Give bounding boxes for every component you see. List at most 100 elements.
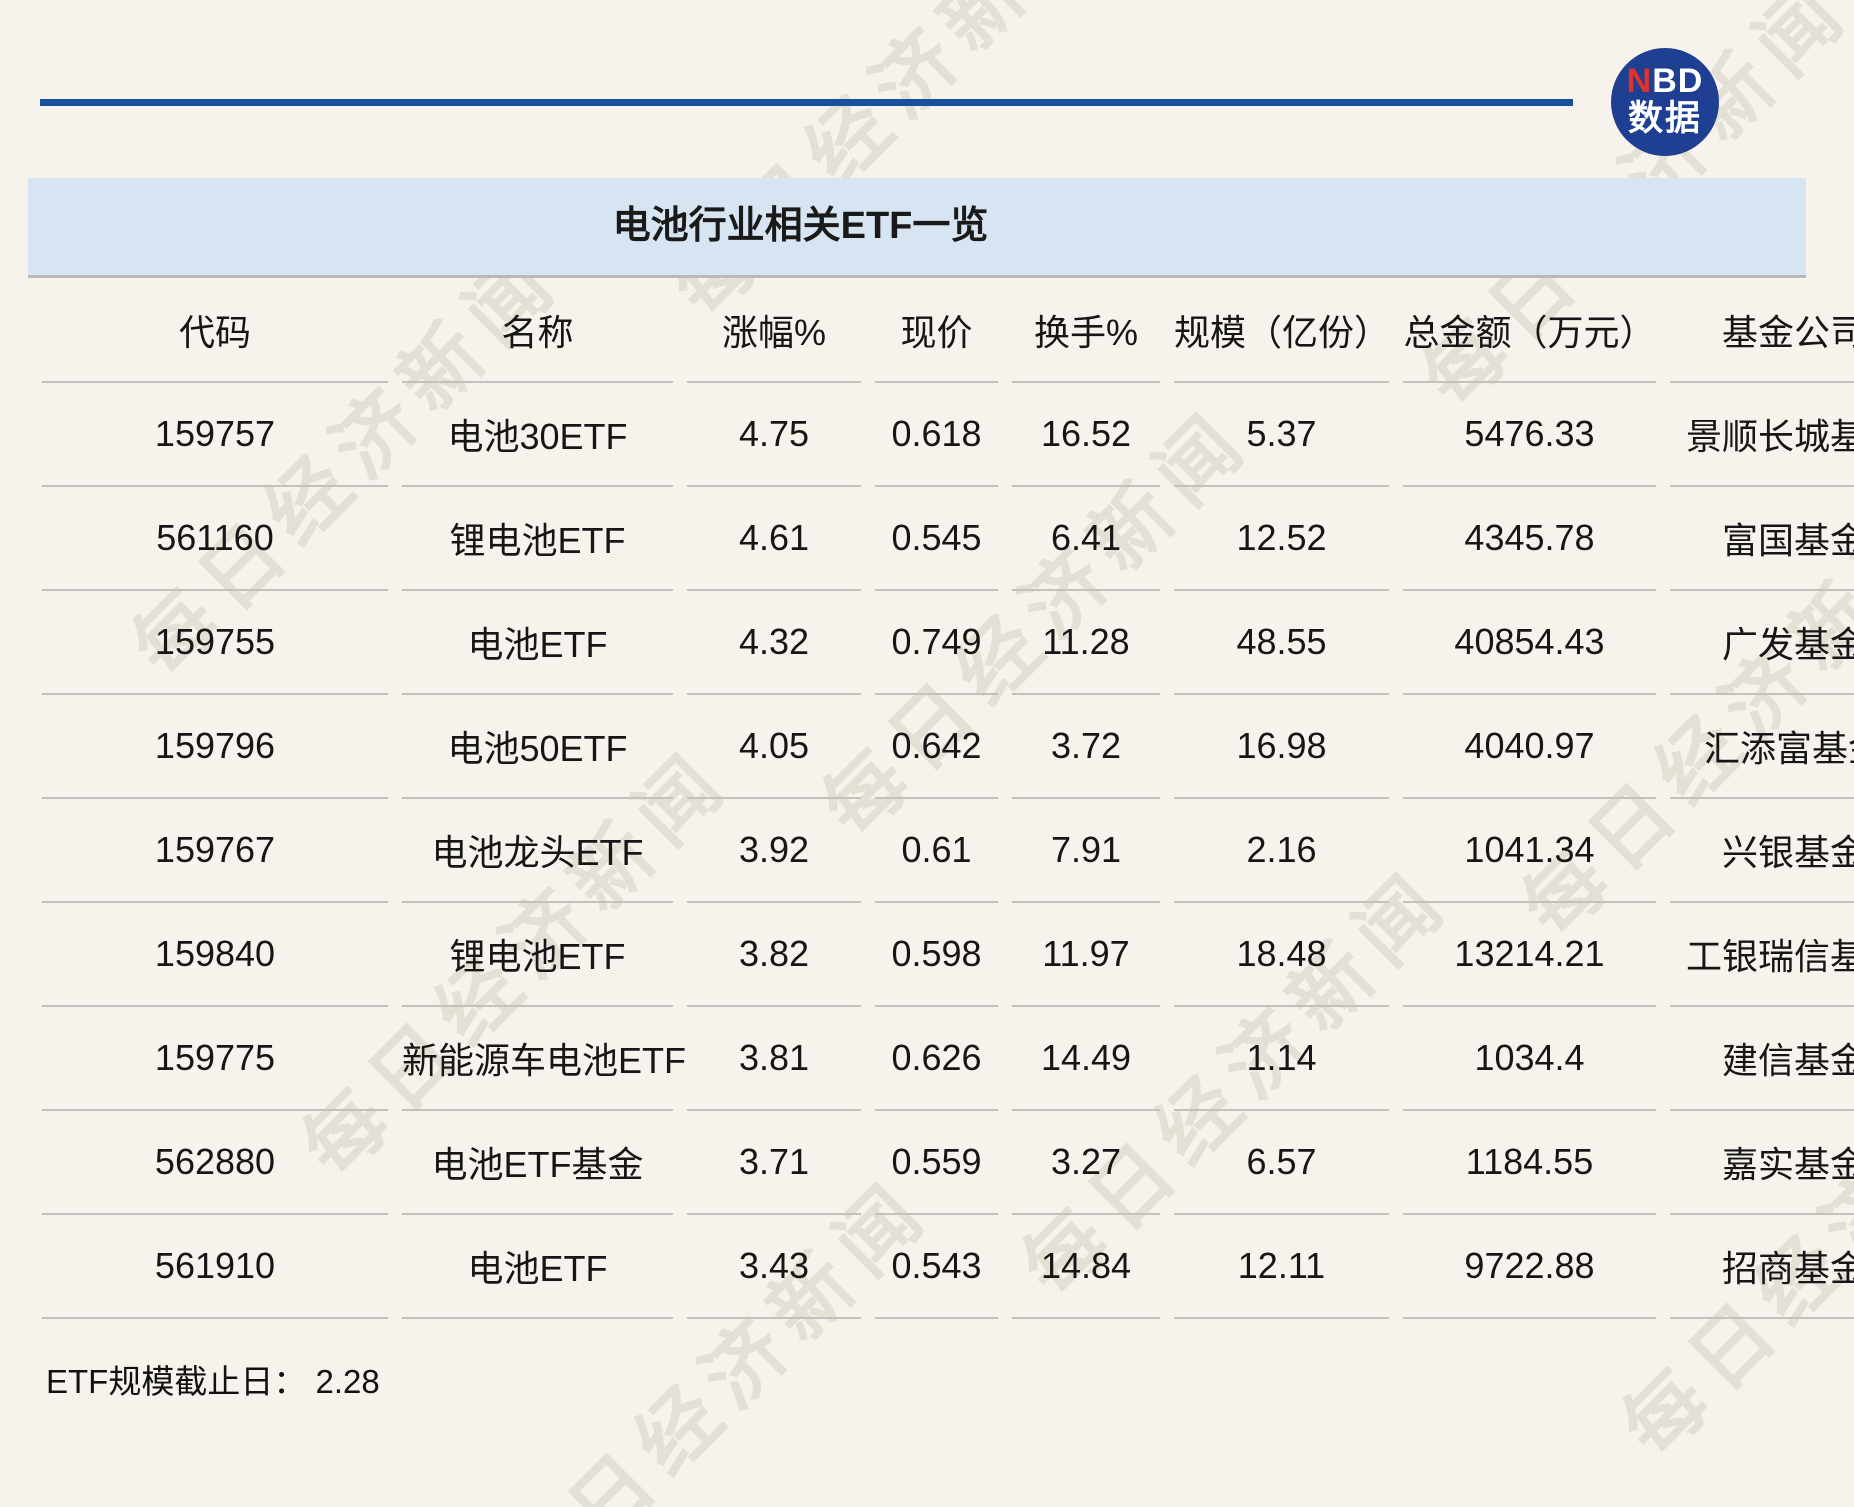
nbd-data-logo: NBD 数据	[1611, 48, 1719, 156]
table-row: 159755 电池ETF 4.32 0.749 11.28 48.55 4085…	[42, 591, 1854, 695]
cell-change-pct: 4.75	[687, 383, 861, 487]
column-header-fund-company: 基金公司	[1670, 278, 1854, 383]
cell-name: 电池30ETF	[402, 383, 673, 487]
table-row: 159757 电池30ETF 4.75 0.618 16.52 5.37 547…	[42, 383, 1854, 487]
table-row: 159767 电池龙头ETF 3.92 0.61 7.91 2.16 1041.…	[42, 799, 1854, 903]
title-wrap: 电池行业相关ETF一览	[28, 178, 1573, 275]
cell-change-pct: 3.92	[687, 799, 861, 903]
cell-total-amount: 4040.97	[1403, 695, 1656, 799]
cell-change-pct: 3.82	[687, 903, 861, 1007]
column-header-scale: 规模（亿份）	[1174, 278, 1389, 383]
cell-turnover-pct: 3.72	[1012, 695, 1160, 799]
nbd-logo-subtitle: 数据	[1611, 99, 1719, 139]
cell-code: 159796	[42, 695, 388, 799]
table-row: 562880 电池ETF基金 3.71 0.559 3.27 6.57 1184…	[42, 1111, 1854, 1215]
cell-scale: 6.57	[1174, 1111, 1389, 1215]
cell-fund-company: 嘉实基金	[1670, 1111, 1854, 1215]
cell-price: 0.559	[875, 1111, 998, 1215]
title-band: 电池行业相关ETF一览	[28, 178, 1806, 278]
cell-price: 0.618	[875, 383, 998, 487]
cell-total-amount: 4345.78	[1403, 487, 1656, 591]
cell-fund-company: 广发基金	[1670, 591, 1854, 695]
cell-change-pct: 4.61	[687, 487, 861, 591]
cell-turnover-pct: 16.52	[1012, 383, 1160, 487]
cell-price: 0.61	[875, 799, 998, 903]
cell-code: 159767	[42, 799, 388, 903]
cell-change-pct: 4.32	[687, 591, 861, 695]
cell-turnover-pct: 14.84	[1012, 1215, 1160, 1319]
header-divider-rule	[40, 99, 1573, 106]
column-header-price: 现价	[875, 278, 998, 383]
infographic-page: 每日经济新闻 每日经济新闻 每日经济新闻 每日经济新闻 每日经济新闻 每日经济新…	[0, 0, 1854, 1507]
cell-code: 562880	[42, 1111, 388, 1215]
column-header-change-pct: 涨幅%	[687, 278, 861, 383]
footnote-etf-cutoff-date: ETF规模截止日： 2.28	[46, 1355, 1854, 1403]
cell-fund-company: 景顺长城基金	[1670, 383, 1854, 487]
cell-fund-company: 兴银基金	[1670, 799, 1854, 903]
cell-total-amount: 1041.34	[1403, 799, 1656, 903]
cell-fund-company: 建信基金	[1670, 1007, 1854, 1111]
cell-scale: 12.11	[1174, 1215, 1389, 1319]
cell-fund-company: 富国基金	[1670, 487, 1854, 591]
cell-total-amount: 1034.4	[1403, 1007, 1656, 1111]
cell-name: 电池龙头ETF	[402, 799, 673, 903]
table-row: 159840 锂电池ETF 3.82 0.598 11.97 18.48 132…	[42, 903, 1854, 1007]
cell-turnover-pct: 6.41	[1012, 487, 1160, 591]
table-row: 159796 电池50ETF 4.05 0.642 3.72 16.98 404…	[42, 695, 1854, 799]
etf-table: 代码 名称 涨幅% 现价 换手% 规模（亿份） 总金额（万元） 基金公司 159…	[28, 278, 1854, 1319]
cell-total-amount: 5476.33	[1403, 383, 1656, 487]
column-header-turnover-pct: 换手%	[1012, 278, 1160, 383]
cell-name: 锂电池ETF	[402, 903, 673, 1007]
nbd-logo-wordmark: NBD	[1611, 63, 1719, 99]
cell-code: 159757	[42, 383, 388, 487]
cell-turnover-pct: 11.28	[1012, 591, 1160, 695]
cell-name: 电池50ETF	[402, 695, 673, 799]
cell-turnover-pct: 14.49	[1012, 1007, 1160, 1111]
cell-fund-company: 招商基金	[1670, 1215, 1854, 1319]
cell-price: 0.626	[875, 1007, 998, 1111]
cell-scale: 1.14	[1174, 1007, 1389, 1111]
cell-turnover-pct: 7.91	[1012, 799, 1160, 903]
cell-change-pct: 3.71	[687, 1111, 861, 1215]
column-header-code: 代码	[42, 278, 388, 383]
cell-total-amount: 13214.21	[1403, 903, 1656, 1007]
cell-name: 电池ETF	[402, 591, 673, 695]
cell-code: 561910	[42, 1215, 388, 1319]
cell-scale: 12.52	[1174, 487, 1389, 591]
column-header-name: 名称	[402, 278, 673, 383]
table-header-row: 代码 名称 涨幅% 现价 换手% 规模（亿份） 总金额（万元） 基金公司	[42, 278, 1854, 383]
cell-scale: 18.48	[1174, 903, 1389, 1007]
cell-name: 新能源车电池ETF	[402, 1007, 673, 1111]
column-header-total-amount: 总金额（万元）	[1403, 278, 1656, 383]
page-title: 电池行业相关ETF一览	[613, 178, 989, 275]
cell-price: 0.543	[875, 1215, 998, 1319]
cell-total-amount: 40854.43	[1403, 591, 1656, 695]
cell-scale: 2.16	[1174, 799, 1389, 903]
cell-code: 561160	[42, 487, 388, 591]
cell-change-pct: 3.81	[687, 1007, 861, 1111]
cell-change-pct: 3.43	[687, 1215, 861, 1319]
cell-scale: 5.37	[1174, 383, 1389, 487]
cell-price: 0.545	[875, 487, 998, 591]
cell-name: 锂电池ETF	[402, 487, 673, 591]
cell-name: 电池ETF	[402, 1215, 673, 1319]
cell-turnover-pct: 3.27	[1012, 1111, 1160, 1215]
cell-total-amount: 9722.88	[1403, 1215, 1656, 1319]
cell-code: 159840	[42, 903, 388, 1007]
cell-fund-company: 汇添富基金	[1670, 695, 1854, 799]
cell-code: 159775	[42, 1007, 388, 1111]
cell-price: 0.598	[875, 903, 998, 1007]
cell-total-amount: 1184.55	[1403, 1111, 1656, 1215]
cell-scale: 48.55	[1174, 591, 1389, 695]
cell-change-pct: 4.05	[687, 695, 861, 799]
table-row: 159775 新能源车电池ETF 3.81 0.626 14.49 1.14 1…	[42, 1007, 1854, 1111]
cell-price: 0.642	[875, 695, 998, 799]
cell-price: 0.749	[875, 591, 998, 695]
cell-name: 电池ETF基金	[402, 1111, 673, 1215]
cell-scale: 16.98	[1174, 695, 1389, 799]
nbd-logo-letter-n: N	[1627, 62, 1653, 100]
cell-code: 159755	[42, 591, 388, 695]
nbd-logo-letters-bd: BD	[1652, 62, 1703, 100]
cell-fund-company: 工银瑞信基金	[1670, 903, 1854, 1007]
cell-turnover-pct: 11.97	[1012, 903, 1160, 1007]
